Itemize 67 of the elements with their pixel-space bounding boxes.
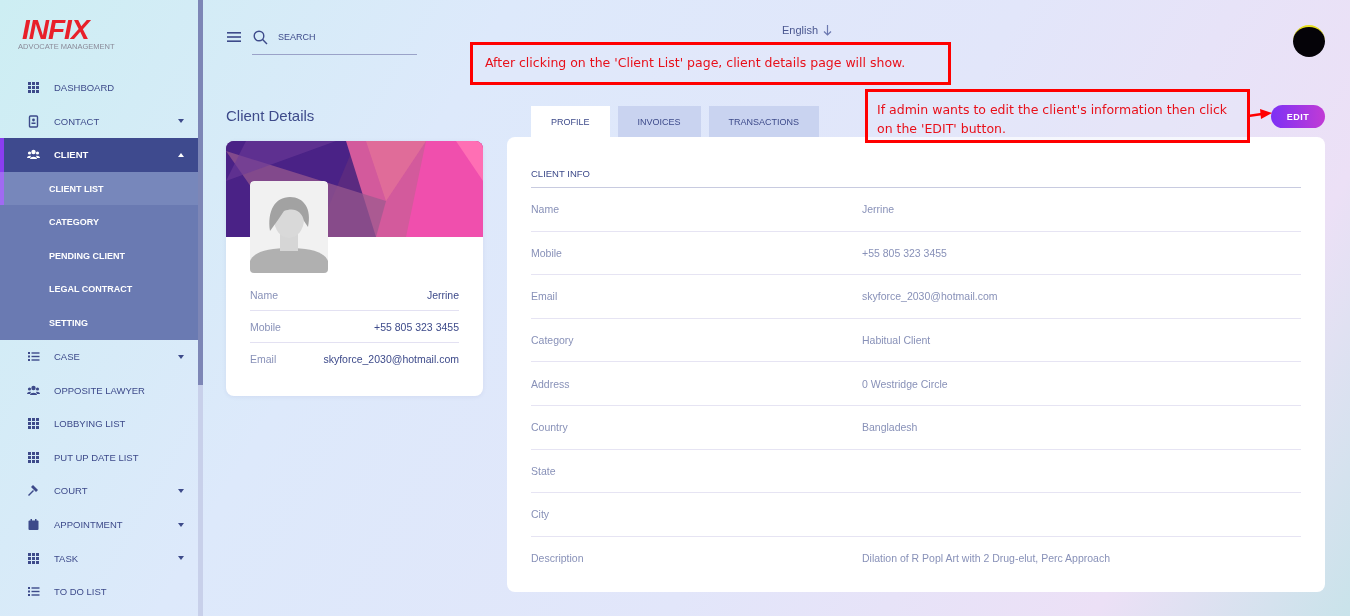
field-label: Mobile <box>531 246 563 259</box>
scrollbar[interactable] <box>198 0 203 616</box>
tab[interactable]: PROFILE <box>531 106 610 137</box>
language-selector[interactable]: English <box>782 24 819 36</box>
logo: INFIX <box>22 18 89 42</box>
grid-icon <box>27 81 40 95</box>
list-icon <box>27 350 40 364</box>
field-value: Dilation of R Popl Art with 2 Drug-elut, Perc Approach <box>862 552 1111 565</box>
annotation-note: After clicking on the 'Client List' page, client details page will show. <box>470 42 951 85</box>
contact-card-icon <box>27 114 40 128</box>
field-label: Country <box>531 421 569 434</box>
tab[interactable]: INVOICES <box>617 106 701 137</box>
sidebar-item[interactable]: APPOINTMENT <box>0 507 198 542</box>
annotation-arrow <box>1248 108 1272 120</box>
field-label: Email <box>250 352 277 365</box>
calendar-icon <box>27 518 40 531</box>
grid-icon <box>27 551 40 565</box>
submenu-item[interactable]: PENDING CLIENT <box>0 238 198 273</box>
list-icon <box>27 585 40 599</box>
arrow-down-icon <box>823 24 833 36</box>
submenu-item[interactable]: CLIENT LIST <box>0 171 198 206</box>
field-label: Category <box>531 334 575 347</box>
field-value: skyforce_2030@hotmail.com <box>323 352 459 365</box>
field-label: Name <box>250 288 278 301</box>
page-title: Client Details <box>226 107 316 124</box>
field-value: 0 Westridge Circle <box>862 377 948 390</box>
users-icon <box>27 148 40 162</box>
search-field[interactable]: SEARCH <box>252 28 417 55</box>
search-icon <box>253 30 268 45</box>
field-label: State <box>531 464 557 477</box>
grid-icon <box>27 417 40 431</box>
sidebar-item[interactable]: LOBBYING LIST <box>0 406 198 441</box>
field-value: Bangladesh <box>862 421 918 434</box>
users-icon <box>27 383 40 397</box>
field-label: Email <box>531 290 559 303</box>
sidebar-item[interactable]: COURT <box>0 474 198 508</box>
submenu-item[interactable]: SETTING <box>0 306 198 340</box>
field-label: Description <box>531 552 585 565</box>
field-label: Mobile <box>250 320 281 333</box>
gavel-icon <box>27 484 40 498</box>
field-value: skyforce_2030@hotmail.com <box>862 290 998 303</box>
field-value: Habitual Client <box>862 334 931 347</box>
sidebar-item[interactable]: CLIENT <box>0 138 198 172</box>
sidebar-item[interactable]: PUT UP DATE LIST <box>0 440 198 475</box>
field-label: Name <box>531 203 560 216</box>
tab[interactable]: TRANSACTIONS <box>708 106 820 137</box>
field-value: +55 805 323 3455 <box>374 320 459 333</box>
submenu-item[interactable]: CATEGORY <box>0 205 198 239</box>
sidebar-item[interactable]: OPPOSITE LAWYER <box>0 373 198 407</box>
sidebar-item[interactable]: CASE <box>0 339 198 374</box>
user-avatar[interactable] <box>1293 25 1325 57</box>
field-label: City <box>531 508 551 521</box>
grid-icon <box>27 450 40 464</box>
annotation-note: If admin wants to edit the client's information then click on the 'EDIT' button. <box>865 89 1250 143</box>
submenu-item[interactable]: LEGAL CONTRACT <box>0 272 198 307</box>
person-silhouette-icon <box>250 181 328 273</box>
field-label: Address <box>531 377 571 390</box>
field-value: +55 805 323 3455 <box>862 246 947 259</box>
sidebar-item[interactable]: CONTACT <box>0 104 198 139</box>
sidebar-item[interactable]: TASK <box>0 541 198 575</box>
field-value: Jerrine <box>862 203 895 216</box>
sidebar-item[interactable]: DASHBOARD <box>0 71 198 105</box>
field-value: Jerrine <box>426 288 459 301</box>
edit-button[interactable]: EDIT <box>1271 105 1325 128</box>
menu-icon[interactable] <box>227 31 241 43</box>
sidebar-item[interactable]: TO DO LIST <box>0 574 198 609</box>
section-title: CLIENT INFO <box>531 161 1301 188</box>
